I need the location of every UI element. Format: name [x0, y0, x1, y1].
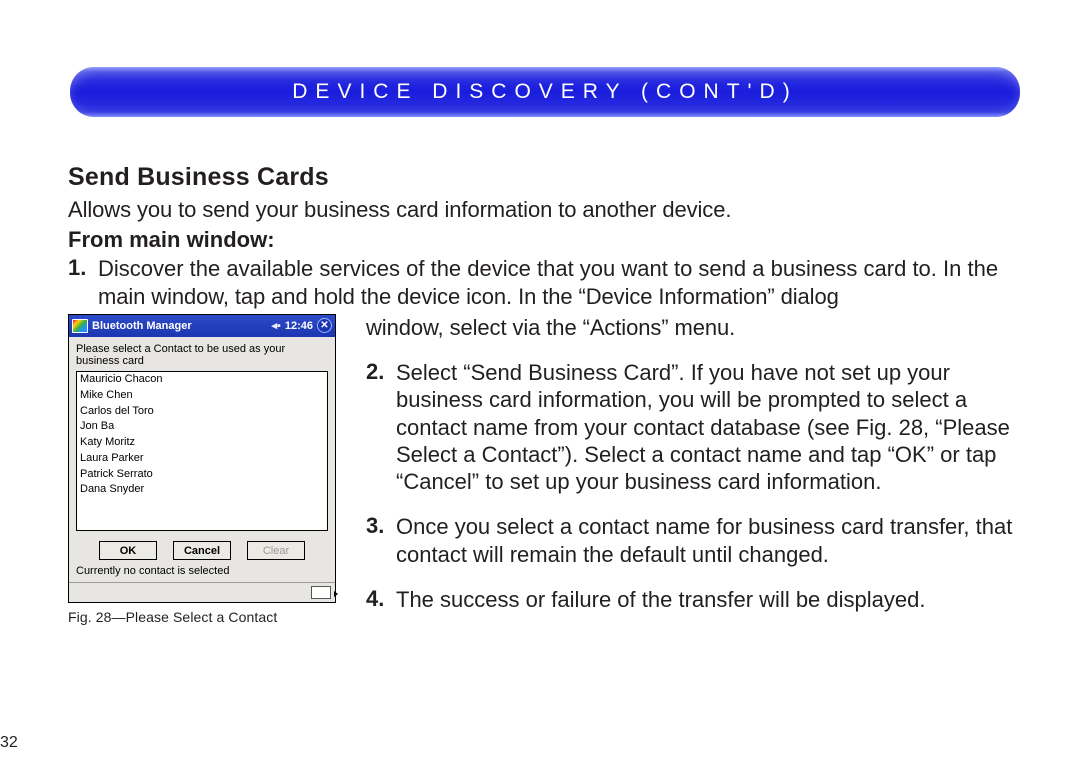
clear-button: Clear: [247, 541, 305, 560]
cancel-button[interactable]: Cancel: [173, 541, 231, 560]
step-4: 4. The success or failure of the transfe…: [366, 586, 1020, 613]
step-3: 3. Once you select a contact name for bu…: [366, 513, 1020, 568]
step-4-text: The success or failure of the transfer w…: [396, 586, 925, 613]
step-2: 2. Select “Send Business Card”. If you h…: [366, 359, 1020, 495]
page-number: 32: [0, 734, 18, 752]
list-item[interactable]: Katy Moritz: [77, 435, 327, 451]
figure-and-steps-row: Bluetooth Manager ◂▪ 12:46 ✕ Please sele…: [68, 314, 1020, 625]
figure-column: Bluetooth Manager ◂▪ 12:46 ✕ Please sele…: [68, 314, 348, 625]
pda-bottom-bar: [69, 582, 335, 602]
section-header-bar: DEVICE DISCOVERY (CONT'D): [70, 67, 1020, 117]
keyboard-icon[interactable]: [311, 586, 331, 599]
pda-status-text: Currently no contact is selected: [76, 565, 328, 577]
step-1-line2: main window, tap and hold the device ico…: [98, 283, 1020, 310]
step-1-number: 1.: [68, 255, 98, 282]
pda-button-row: OK Cancel Clear: [76, 541, 328, 560]
step-3-text: Once you select a contact name for busin…: [396, 513, 1020, 568]
pda-prompt-text: Please select a Contact to be used as yo…: [76, 343, 328, 368]
ok-button[interactable]: OK: [99, 541, 157, 560]
page-number-box: 32: [0, 734, 18, 752]
step-2-text: Select “Send Business Card”. If you have…: [396, 359, 1020, 495]
contact-listbox[interactable]: Mauricio Chacon Mike Chen Carlos del Tor…: [76, 371, 328, 531]
sound-icon[interactable]: ◂▪: [271, 319, 280, 332]
step-1-line3: window, select via the “Actions” menu.: [366, 314, 1020, 341]
step-3-number: 3.: [366, 513, 396, 568]
steps-column: window, select via the “Actions” menu. 2…: [348, 314, 1020, 613]
subheading-from-main-window: From main window:: [68, 227, 1020, 253]
list-item[interactable]: Carlos del Toro: [77, 404, 327, 420]
list-item[interactable]: Patrick Serrato: [77, 467, 327, 483]
heading-send-business-cards: Send Business Cards: [68, 163, 1020, 192]
section-header-title: DEVICE DISCOVERY (CONT'D): [292, 80, 797, 104]
page-content: Send Business Cards Allows you to send y…: [68, 163, 1020, 625]
step-1: 1. Discover the available services of th…: [68, 255, 1020, 282]
step-2-number: 2.: [366, 359, 396, 495]
pda-screenshot: Bluetooth Manager ◂▪ 12:46 ✕ Please sele…: [68, 314, 336, 603]
step-1-line1: Discover the available services of the d…: [98, 255, 998, 282]
pda-app-title: Bluetooth Manager: [92, 320, 271, 332]
windows-start-icon[interactable]: [72, 319, 88, 333]
pda-titlebar: Bluetooth Manager ◂▪ 12:46 ✕: [69, 315, 335, 337]
list-item[interactable]: Jon Ba: [77, 419, 327, 435]
step-4-number: 4.: [366, 586, 396, 613]
figure-caption: Fig. 28—Please Select a Contact: [68, 609, 348, 625]
list-item[interactable]: Mike Chen: [77, 388, 327, 404]
close-icon[interactable]: ✕: [317, 318, 332, 333]
list-item[interactable]: Laura Parker: [77, 451, 327, 467]
pda-clock: 12:46: [285, 320, 313, 332]
list-item[interactable]: Dana Snyder: [77, 482, 327, 498]
list-item[interactable]: Mauricio Chacon: [77, 372, 327, 388]
pda-body: Please select a Contact to be used as yo…: [69, 337, 335, 582]
intro-text: Allows you to send your business card in…: [68, 196, 1020, 223]
